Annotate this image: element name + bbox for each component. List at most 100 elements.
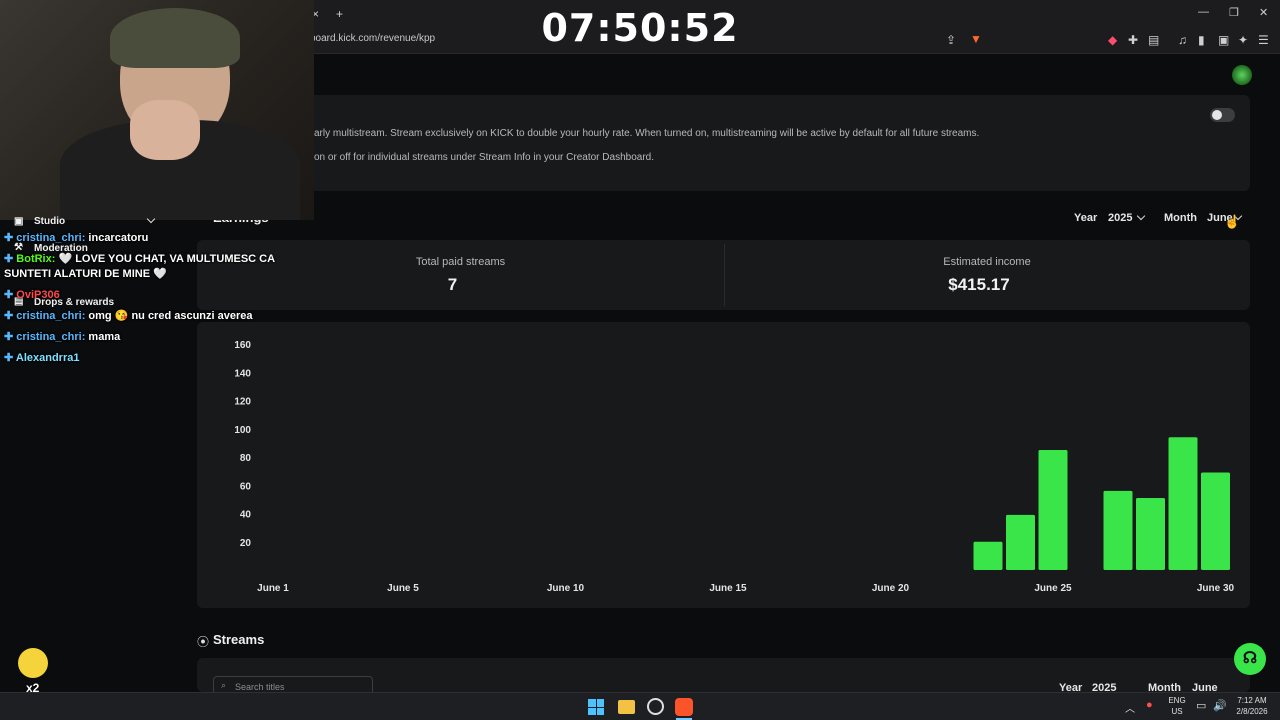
extensions-icon[interactable]: ✚ bbox=[1128, 33, 1138, 47]
streamer-hand bbox=[130, 100, 200, 160]
multistream-card bbox=[197, 95, 1250, 191]
stream-timer: 07:50:52 bbox=[541, 6, 739, 50]
new-tab-icon[interactable]: + bbox=[336, 7, 343, 21]
windows-start-icon[interactable] bbox=[588, 699, 604, 715]
chat-badge-icon: ✚ bbox=[4, 331, 17, 343]
chat-badge-icon: ✚ bbox=[4, 352, 16, 364]
streams-search-input[interactable]: ⌕ Search titles bbox=[213, 676, 373, 692]
windows-taskbar: ︿ ● ENG US ▭ 🔊 7:12 AM 2/8/2026 bbox=[0, 692, 1280, 720]
multistream-toggle[interactable] bbox=[1210, 108, 1235, 122]
chat-message: ✚ BotRix: 🤍 LOVE YOU CHAT, VA MULTUMESC … bbox=[4, 252, 275, 265]
chat-username[interactable]: Alexandrra1 bbox=[16, 352, 80, 364]
studio-icon: ▣ bbox=[14, 216, 24, 227]
minimize-icon[interactable]: — bbox=[1198, 6, 1209, 18]
window-close-icon[interactable]: ✕ bbox=[1259, 6, 1268, 19]
restore-icon[interactable]: ❐ bbox=[1229, 6, 1239, 19]
chat-badge-icon: ✚ bbox=[4, 253, 17, 265]
network-icon[interactable]: ▭ bbox=[1196, 699, 1206, 712]
chat-text: SUNTETI ALATURI DE MINE 🤍 bbox=[4, 268, 167, 280]
multistream-desc-2: on or off for individual streams under S… bbox=[314, 152, 654, 163]
estimated-income-label: Estimated income bbox=[943, 256, 1031, 268]
obs-icon[interactable] bbox=[647, 698, 664, 715]
x-tick-label: June 15 bbox=[709, 583, 747, 594]
sidebar-icon[interactable]: ▮ bbox=[1198, 33, 1205, 47]
multistream-desc-1: arly multistream. Stream exclusively on … bbox=[314, 128, 980, 139]
chat-badge-icon: ✚ bbox=[4, 289, 17, 301]
menu-icon[interactable]: ☰ bbox=[1258, 33, 1269, 47]
share-icon[interactable]: ⇪ bbox=[946, 33, 956, 47]
y-tick-label: 80 bbox=[240, 453, 252, 464]
streamer-cap bbox=[110, 8, 240, 68]
chat-username[interactable]: cristina_chri: bbox=[16, 310, 88, 322]
region-label: US bbox=[1171, 707, 1183, 716]
total-paid-streams-label: Total paid streams bbox=[415, 256, 506, 268]
search-placeholder: Search titles bbox=[235, 682, 285, 692]
y-tick-label: 140 bbox=[234, 368, 251, 379]
chat-text: mama bbox=[88, 331, 121, 343]
chat-text: 🤍 LOVE YOU CHAT, VA MULTUMESC CA bbox=[58, 253, 276, 265]
chat-username[interactable]: OviP306 bbox=[16, 289, 59, 301]
chart-bar[interactable] bbox=[973, 541, 1003, 570]
y-tick-label: 40 bbox=[240, 510, 252, 521]
chat-message: ✚ cristina_chri: mama bbox=[4, 330, 120, 343]
microphone-icon[interactable]: ● bbox=[1146, 699, 1153, 711]
brave-browser-icon[interactable] bbox=[675, 698, 693, 716]
chat-username[interactable]: BotRix: bbox=[16, 253, 58, 265]
extension-shield-icon[interactable]: ◆ bbox=[1108, 33, 1117, 47]
chat-message: ✚ cristina_chri: incarcatoru bbox=[4, 231, 148, 244]
user-avatar[interactable] bbox=[1232, 65, 1252, 85]
streams-icon: ⦿ bbox=[197, 635, 210, 649]
x-tick-label: June 10 bbox=[547, 583, 585, 594]
clock-time[interactable]: 7:12 AM bbox=[1230, 696, 1274, 705]
chat-message: ✚ cristina_chri: omg 😘 nu cred ascunzi a… bbox=[4, 309, 253, 322]
brave-shield-icon[interactable]: ▼ bbox=[970, 32, 982, 46]
year-select[interactable]: 2025 bbox=[1103, 208, 1151, 228]
chart-bar[interactable] bbox=[1038, 449, 1068, 570]
webcam-overlay bbox=[0, 0, 314, 220]
y-tick-label: 20 bbox=[240, 538, 252, 549]
x-tick-label: June 25 bbox=[1034, 583, 1072, 594]
sidebar-item-studio[interactable]: Studio bbox=[34, 216, 65, 227]
chart-bar[interactable] bbox=[1006, 514, 1035, 570]
chart-bar[interactable] bbox=[1168, 437, 1198, 570]
media-icon[interactable]: ♫ bbox=[1178, 33, 1187, 47]
y-tick-label: 120 bbox=[234, 397, 251, 408]
chat-message: SUNTETI ALATURI DE MINE 🤍 bbox=[4, 267, 167, 280]
chat-message: ✚ OviP306 bbox=[4, 288, 60, 301]
y-tick-label: 60 bbox=[240, 481, 252, 492]
duck-emote bbox=[18, 648, 48, 678]
x-tick-label: June 5 bbox=[387, 583, 419, 594]
chat-badge-icon: ✚ bbox=[4, 310, 17, 322]
language-label[interactable]: ENG bbox=[1165, 696, 1189, 705]
volume-icon[interactable]: 🔊 bbox=[1213, 699, 1227, 712]
total-paid-streams-value: 7 bbox=[447, 275, 458, 294]
chart-bar[interactable] bbox=[1201, 472, 1230, 570]
chat-username[interactable]: cristina_chri: bbox=[16, 232, 88, 244]
chevron-down-icon bbox=[1136, 211, 1146, 221]
streams-title: Streams bbox=[213, 632, 265, 647]
chat-text: incarcatoru bbox=[88, 232, 149, 244]
chart-bar[interactable] bbox=[1136, 497, 1165, 570]
x-tick-label: June 20 bbox=[872, 583, 910, 594]
year-value: 2025 bbox=[1108, 212, 1133, 224]
mouse-cursor-icon: ☝ bbox=[1224, 214, 1241, 229]
tray-chevron-icon[interactable]: ︿ bbox=[1125, 700, 1135, 715]
search-icon: ⌕ bbox=[221, 680, 227, 690]
reader-icon[interactable]: ▤ bbox=[1148, 33, 1159, 47]
clock-date[interactable]: 2/8/2026 bbox=[1230, 707, 1274, 716]
leo-icon[interactable]: ✦ bbox=[1238, 33, 1248, 47]
x-tick-label: June 30 bbox=[1197, 583, 1235, 594]
estimated-income-value: $415.17 bbox=[948, 275, 1010, 294]
chat-badge-icon: ✚ bbox=[4, 232, 17, 244]
month-label: Month bbox=[1164, 212, 1197, 224]
support-chat-button[interactable]: ☊ bbox=[1234, 643, 1266, 675]
chat-text: omg 😘 nu cred ascunzi averea bbox=[88, 310, 253, 322]
x-tick-label: June 1 bbox=[257, 583, 289, 594]
wallet-icon[interactable]: ▣ bbox=[1218, 33, 1229, 47]
earnings-chart: 20 40 60 80 100 120 140 160 June 1 June 5 June 10 J… bbox=[234, 340, 1235, 594]
y-tick-label: 100 bbox=[234, 425, 251, 436]
url-text[interactable]: board.kick.com/revenue/kpp bbox=[310, 33, 435, 44]
file-explorer-icon[interactable] bbox=[618, 700, 635, 714]
chat-username[interactable]: cristina_chri: bbox=[16, 331, 88, 343]
chart-bar[interactable] bbox=[1103, 490, 1133, 570]
